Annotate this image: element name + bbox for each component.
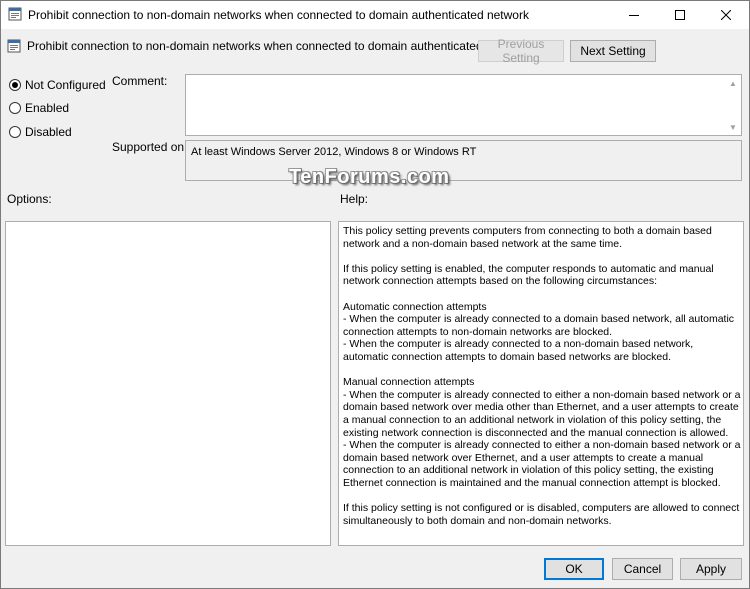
ok-button[interactable]: OK (544, 558, 604, 580)
previous-setting-label: Previous Setting (497, 37, 545, 65)
apply-button[interactable]: Apply (680, 558, 742, 580)
cancel-button[interactable]: Cancel (612, 558, 673, 580)
apply-label: Apply (695, 562, 727, 576)
radio-enabled[interactable]: Enabled (9, 101, 69, 115)
policy-settings-icon (7, 39, 21, 53)
radio-circle[interactable] (9, 79, 21, 91)
minimize-button[interactable] (611, 1, 657, 29)
comment-textarea[interactable]: ▲ ▼ (185, 74, 742, 136)
radio-label: Enabled (25, 101, 70, 115)
next-setting-button[interactable]: Next Setting (570, 40, 656, 62)
scroll-down-icon[interactable]: ▼ (725, 120, 741, 134)
watermark: TenForums.com (289, 166, 450, 188)
supported-on-field: At least Windows Server 2012, Windows 8 … (185, 140, 742, 181)
close-button[interactable] (703, 1, 749, 29)
policy-settings-icon (8, 7, 22, 21)
radio-not-configured[interactable]: Not Configured (9, 78, 106, 92)
window-title: Prohibit connection to non-domain networ… (28, 8, 529, 22)
cancel-label: Cancel (623, 562, 662, 576)
help-text: This policy setting prevents computers f… (343, 225, 741, 540)
policy-dialog: Prohibit connection to non-domain networ… (0, 0, 750, 589)
minimize-icon (629, 15, 639, 16)
maximize-icon (675, 10, 685, 20)
help-paragraph: If this policy setting is enabled, the c… (343, 262, 714, 288)
previous-setting-button[interactable]: Previous Setting (478, 37, 564, 65)
comment-scrollbar[interactable]: ▲ ▼ (725, 75, 741, 135)
help-panel[interactable]: This policy setting prevents computers f… (338, 221, 744, 546)
help-paragraph: Manual connection attempts - When the co… (343, 376, 741, 489)
title-bar[interactable]: Prohibit connection to non-domain networ… (1, 1, 749, 29)
ok-label: OK (565, 562, 583, 576)
close-icon (721, 10, 731, 20)
radio-label: Not Configured (25, 78, 106, 92)
help-paragraph: If this policy setting is not configured… (343, 502, 740, 527)
help-paragraph: Automatic connection attempts - When the… (343, 300, 735, 363)
radio-disabled[interactable]: Disabled (9, 125, 72, 139)
scroll-up-icon[interactable]: ▲ (725, 76, 741, 90)
supported-on-label: Supported on: (112, 140, 188, 154)
radio-circle[interactable] (9, 126, 21, 138)
maximize-button[interactable] (657, 1, 703, 29)
next-setting-label: Next Setting (580, 44, 646, 58)
help-paragraph: This policy setting prevents computers f… (343, 225, 712, 250)
radio-label: Disabled (25, 125, 72, 139)
supported-on-value: At least Windows Server 2012, Windows 8 … (191, 146, 477, 158)
options-label: Options: (7, 192, 52, 206)
help-label: Help: (340, 192, 369, 206)
comment-label: Comment: (112, 74, 168, 88)
options-panel (5, 221, 331, 546)
policy-name: Prohibit connection to non-domain networ… (27, 39, 528, 53)
radio-circle[interactable] (9, 102, 21, 114)
